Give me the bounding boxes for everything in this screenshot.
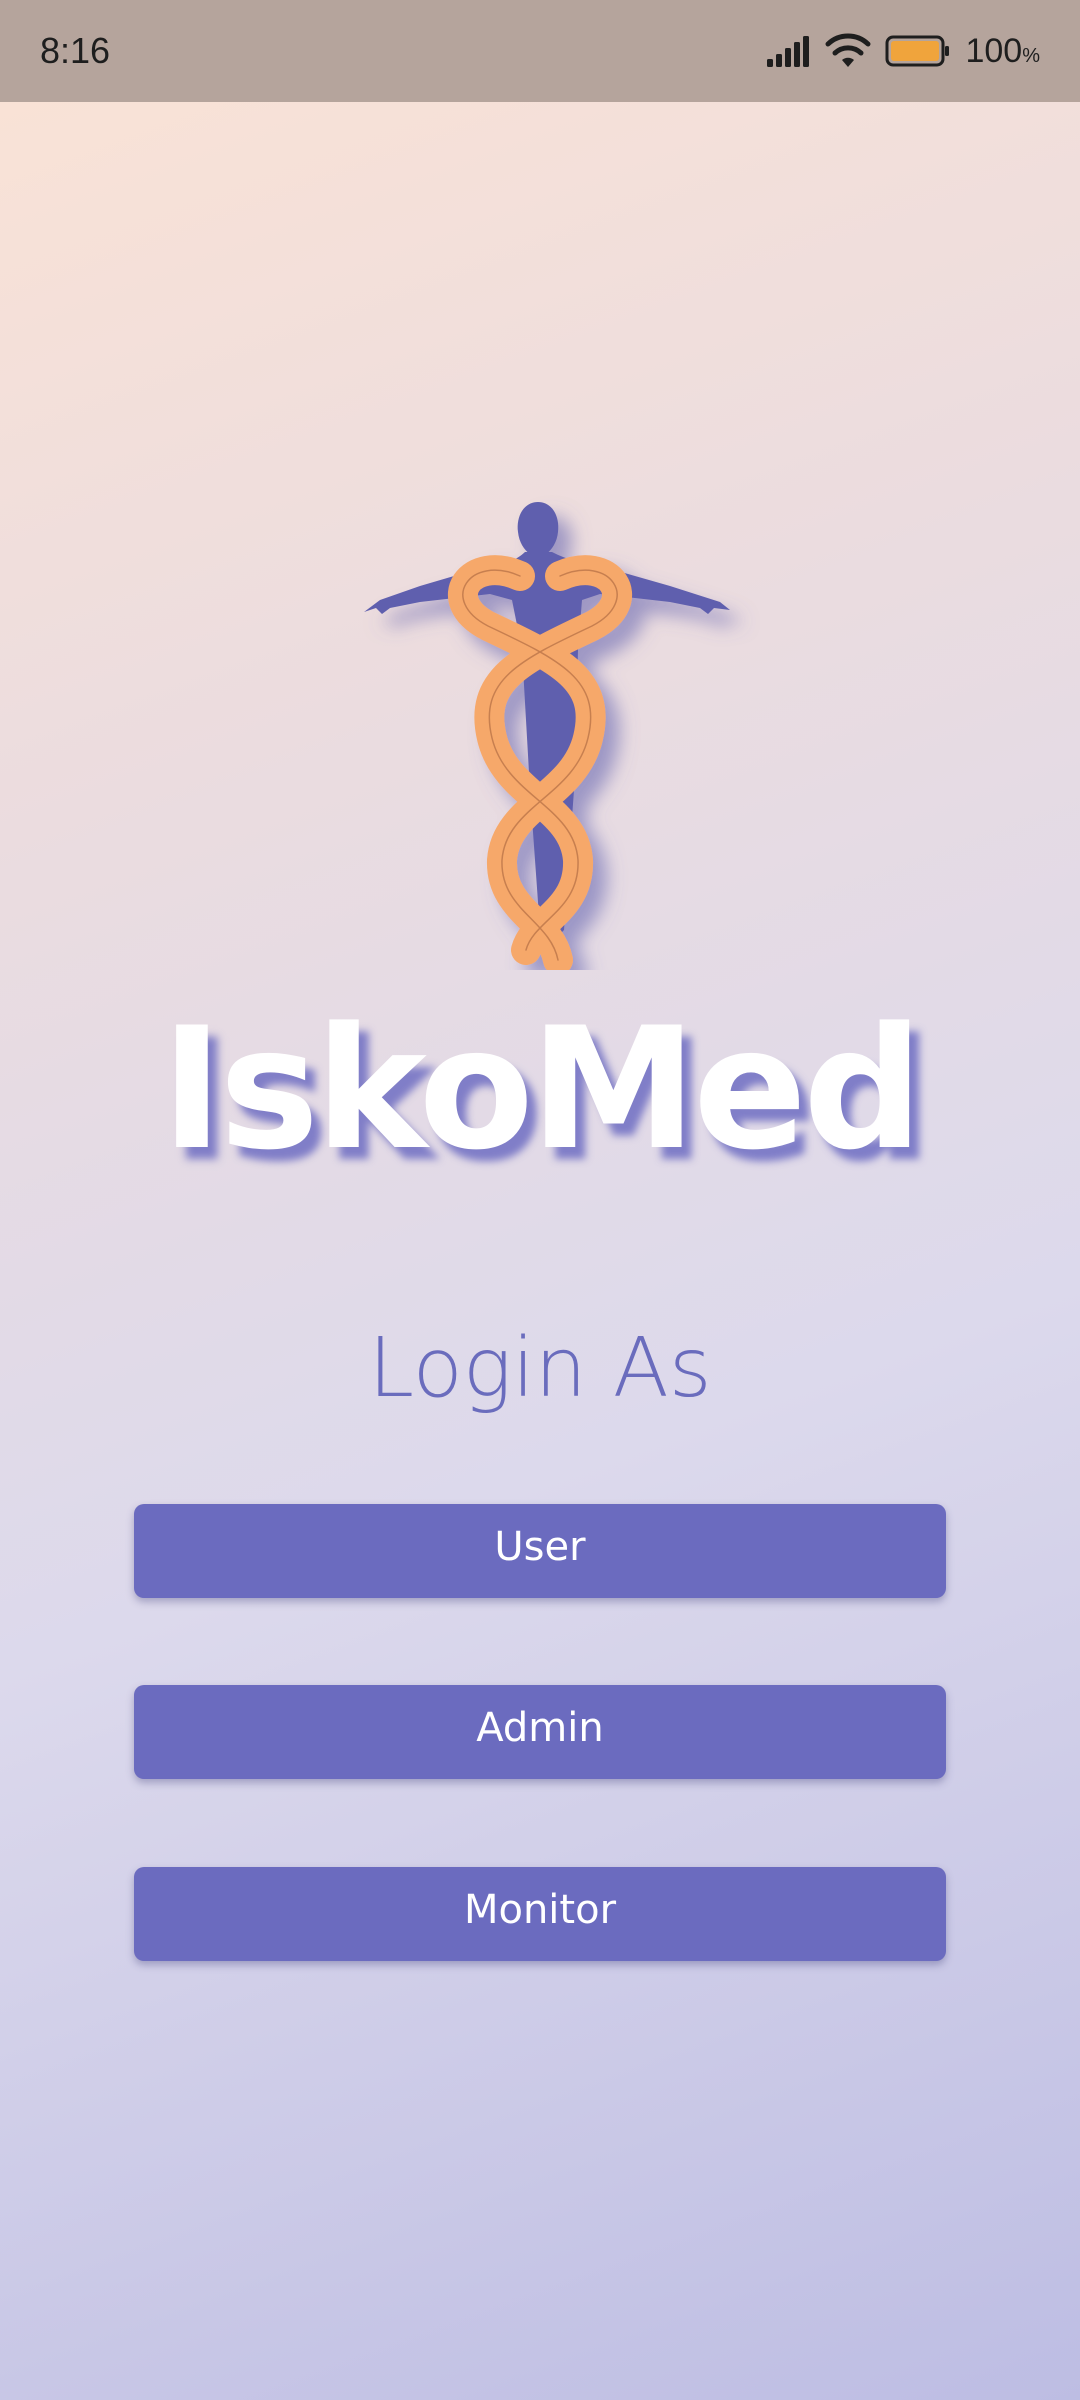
battery-percentage: 100% [965, 31, 1040, 70]
battery-icon [885, 35, 950, 67]
app-title: IskoMed [160, 991, 924, 1187]
monitor-login-button[interactable]: Monitor [134, 1867, 946, 1961]
signal-icon [767, 36, 810, 67]
wifi-icon [825, 33, 871, 67]
status-time: 8:16 [40, 30, 111, 71]
app-logo [364, 502, 730, 975]
status-icons: 100% [765, 32, 1040, 71]
admin-login-button[interactable]: Admin [134, 1685, 946, 1779]
status-bar: 8:16 100% [0, 0, 1080, 102]
user-login-button[interactable]: User [134, 1504, 946, 1598]
login-as-heading: Login As [368, 1321, 712, 1416]
caduceus-figure-icon [320, 490, 760, 975]
